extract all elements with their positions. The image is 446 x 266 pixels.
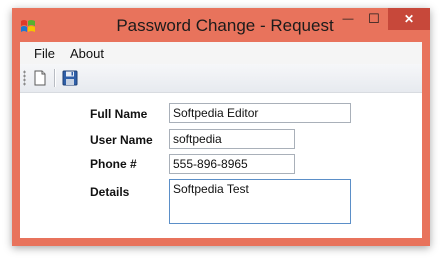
full-name-label: Full Name (90, 107, 148, 121)
toolbar-separator (54, 69, 55, 87)
user-name-label: User Name (90, 133, 153, 147)
app-window: Password Change - Request — ☐ ✕ File Abo… (12, 8, 430, 246)
maximize-button[interactable]: ☐ (361, 8, 387, 30)
details-textarea[interactable]: Softpedia Test (169, 179, 351, 224)
toolbar (20, 64, 422, 93)
title-bar[interactable]: Password Change - Request — ☐ ✕ (12, 8, 430, 40)
phone-label: Phone # (90, 157, 137, 171)
details-label: Details (90, 185, 130, 199)
menu-bar: File About (20, 42, 422, 64)
save-icon[interactable] (61, 69, 79, 87)
minimize-icon: — (342, 13, 354, 25)
menu-file[interactable]: File (34, 46, 55, 61)
full-name-input[interactable] (169, 103, 351, 123)
toolbar-grip[interactable] (23, 70, 26, 86)
new-document-icon[interactable] (31, 69, 49, 87)
menu-about[interactable]: About (70, 46, 104, 61)
form-panel: Full Name User Name Phone # Details Soft… (20, 93, 422, 238)
close-button[interactable]: ✕ (388, 8, 430, 30)
close-icon: ✕ (403, 12, 415, 26)
user-name-input[interactable] (169, 129, 295, 149)
minimize-button[interactable]: — (335, 8, 361, 30)
phone-input[interactable] (169, 154, 295, 174)
maximize-icon: ☐ (368, 11, 380, 26)
